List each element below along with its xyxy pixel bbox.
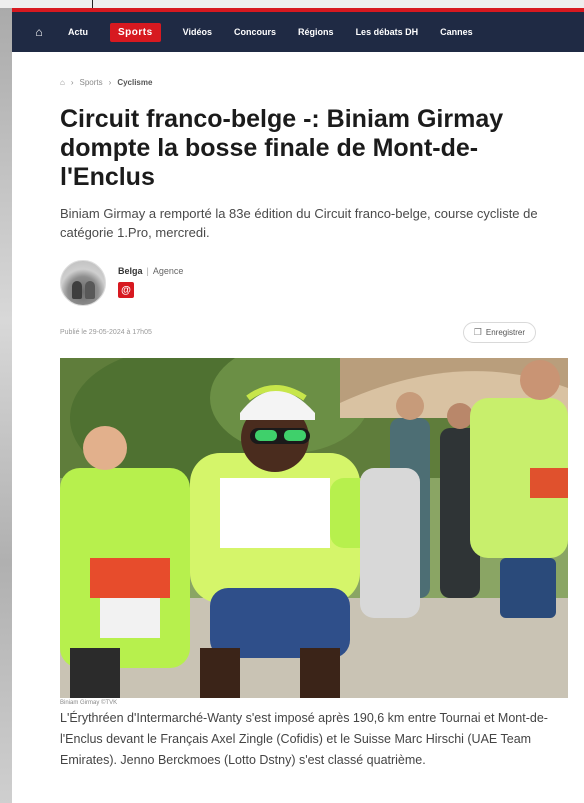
background-top-bar xyxy=(0,0,584,14)
nav-item-concours[interactable]: Concours xyxy=(234,27,276,37)
breadcrumb-separator: › xyxy=(70,78,74,87)
bookmark-icon: ❐ xyxy=(473,327,482,337)
author-name[interactable]: Belga xyxy=(118,266,143,276)
publication-date: Publié le 29-05-2024 à 17h05 xyxy=(60,329,152,336)
nav-item-sports[interactable]: Sports xyxy=(110,22,161,42)
nav-item-debats[interactable]: Les débats DH xyxy=(356,27,419,37)
home-icon[interactable]: ⌂ xyxy=(32,25,46,39)
author-meta: Belga | Agence @ xyxy=(118,260,183,298)
breadcrumb: ⌂ › Sports › Cyclisme xyxy=(60,78,536,87)
article-title: Circuit franco-belge -: Biniam Girmay do… xyxy=(60,105,504,191)
article-photo[interactable] xyxy=(60,358,568,698)
article-page: ⌂ Actu Sports Vidéos Concours Régions Le… xyxy=(12,8,584,803)
photo-caption: Biniam Girmay ©TVK xyxy=(60,700,118,706)
publication-row: Publié le 29-05-2024 à 17h05 ❐ Enregistr… xyxy=(60,322,536,343)
author-badge-icon: @ xyxy=(118,282,134,298)
breadcrumb-separator: › xyxy=(108,78,112,87)
author-separator: | xyxy=(146,266,149,276)
author-line: Belga | Agence xyxy=(118,266,183,276)
article-body: L'Érythréen d'Intermarché-Wanty s'est im… xyxy=(60,711,548,767)
photo-illustration xyxy=(60,358,568,698)
save-button[interactable]: ❐ Enregistrer xyxy=(462,322,536,343)
nav-item-cannes[interactable]: Cannes xyxy=(440,27,473,37)
breadcrumb-home-icon[interactable]: ⌂ xyxy=(60,78,65,87)
author-avatar[interactable] xyxy=(60,260,106,306)
background-page-strip xyxy=(0,0,12,803)
nav-item-actu[interactable]: Actu xyxy=(68,27,88,37)
nav-item-regions[interactable]: Régions xyxy=(298,27,334,37)
breadcrumb-sports[interactable]: Sports xyxy=(80,78,103,87)
breadcrumb-cyclisme[interactable]: Cyclisme xyxy=(117,78,152,87)
author-role: Agence xyxy=(152,266,184,276)
main-navigation: ⌂ Actu Sports Vidéos Concours Régions Le… xyxy=(12,12,584,52)
author-row: Belga | Agence @ xyxy=(60,260,536,306)
save-label: Enregistrer xyxy=(485,328,525,337)
avatar-figure xyxy=(85,281,95,299)
nav-item-videos[interactable]: Vidéos xyxy=(183,27,212,37)
article-lead: Biniam Girmay a remporté la 83e édition … xyxy=(60,206,538,240)
avatar-figure xyxy=(72,281,82,299)
